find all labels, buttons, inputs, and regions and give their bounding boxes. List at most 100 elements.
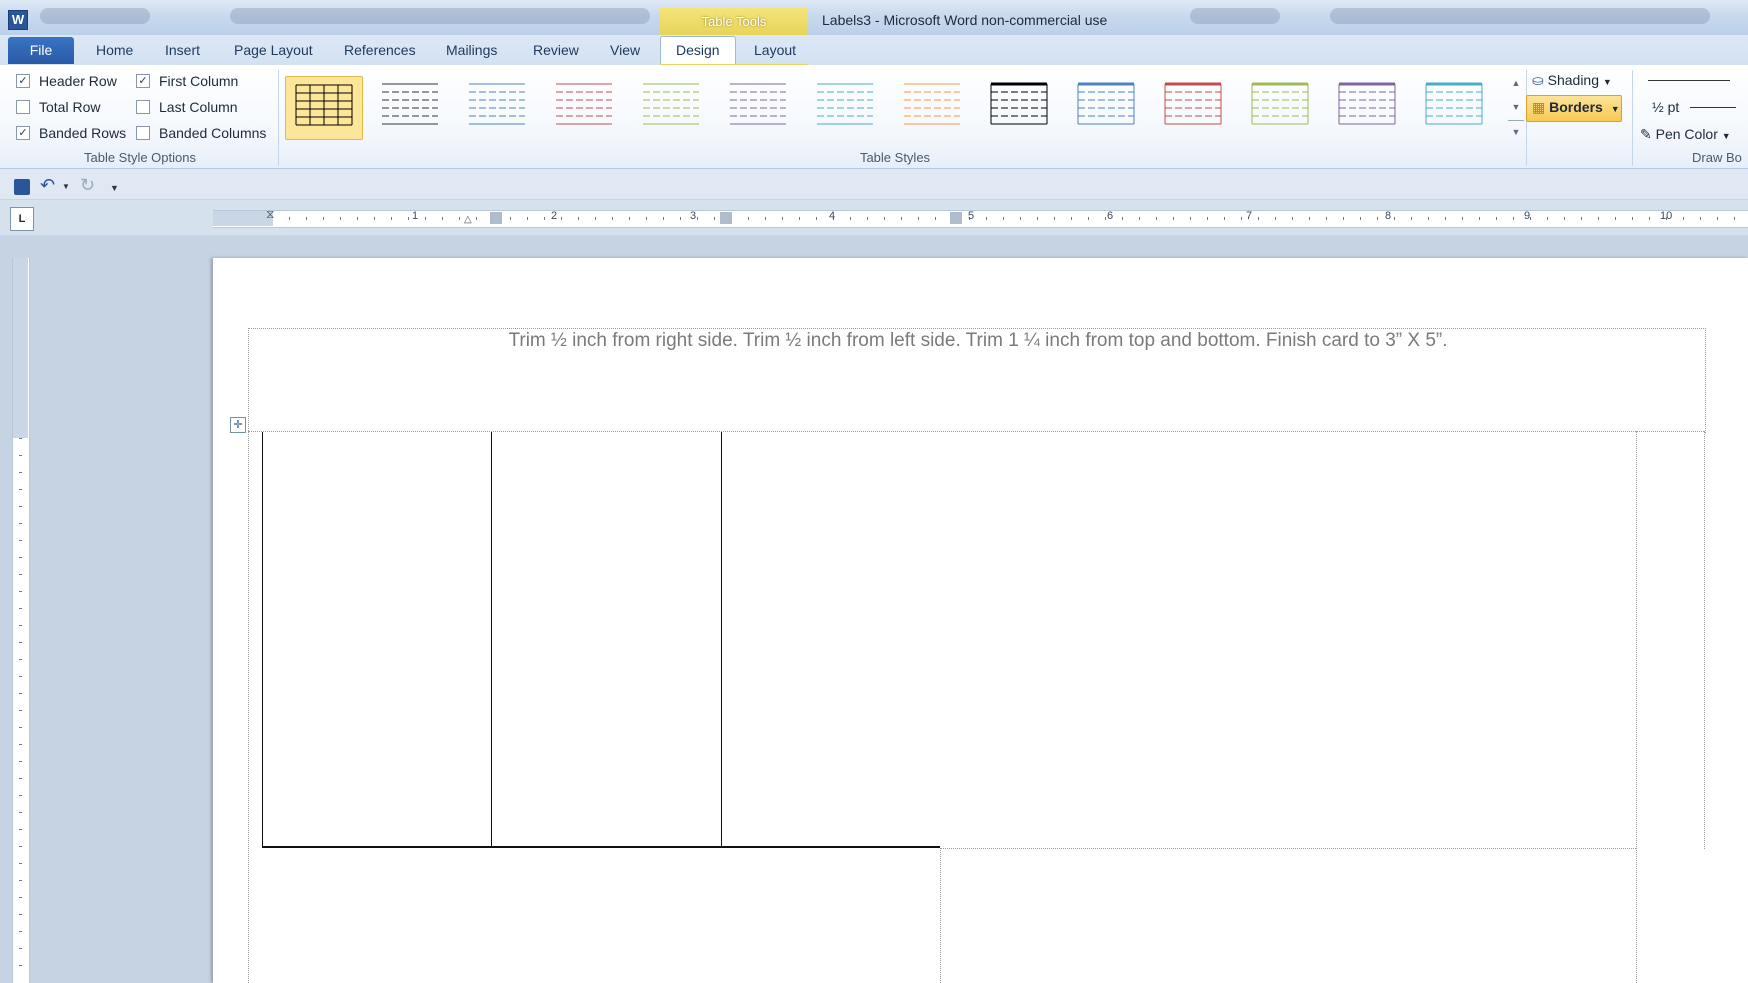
horizontal-ruler[interactable] <box>213 210 1748 228</box>
banded-rows-option[interactable]: ✓ Banded Rows <box>16 124 126 142</box>
table-style-thumbnail[interactable] <box>285 76 363 140</box>
table-move-handle-icon[interactable]: ✛ <box>230 417 246 433</box>
borders-button-content[interactable]: ▦ Borders ▼ <box>1532 99 1620 116</box>
table-cell-border <box>491 432 492 846</box>
table-styles-group-label: Table Styles <box>859 150 931 165</box>
column-marker[interactable] <box>720 212 732 224</box>
ruler-tick <box>19 472 22 473</box>
ruler-tick <box>19 863 22 864</box>
tab-view[interactable]: View <box>610 42 640 58</box>
ruler-tick <box>1020 217 1021 220</box>
table-style-thumbnail[interactable] <box>633 76 709 138</box>
tab-design[interactable]: Design <box>676 42 720 58</box>
last-column-option[interactable]: Last Column <box>136 98 238 116</box>
total-row-checkbox[interactable] <box>16 100 30 114</box>
tab-references[interactable]: References <box>344 42 416 58</box>
banded-columns-option[interactable]: Banded Columns <box>136 124 266 142</box>
column-marker[interactable] <box>950 212 962 224</box>
ruler-tick <box>646 217 647 220</box>
last-column-checkbox[interactable] <box>136 100 150 114</box>
pen-weight-selector[interactable]: ½ pt <box>1652 99 1679 115</box>
table-style-thumbnail[interactable] <box>546 76 622 138</box>
table-style-preview-icon <box>730 83 786 125</box>
table-style-thumbnail[interactable] <box>894 76 970 138</box>
undo-icon[interactable]: ↶ <box>40 175 55 196</box>
trim-instructions-text[interactable]: Trim ½ inch from right side. Trim ½ inch… <box>248 330 1708 352</box>
save-icon[interactable] <box>14 179 30 195</box>
table-style-thumbnail[interactable] <box>1155 76 1231 138</box>
word-app-icon[interactable]: W <box>8 10 28 30</box>
total-row-option[interactable]: Total Row <box>16 98 100 116</box>
gallery-scroll-down-icon[interactable]: ▼ <box>1508 96 1524 118</box>
ruler-tick <box>765 217 766 220</box>
ruler-tick <box>19 693 22 694</box>
table-style-thumbnail[interactable] <box>372 76 448 138</box>
right-indent-marker-icon[interactable]: △ <box>464 214 472 225</box>
header-row-checkbox[interactable]: ✓ <box>16 74 30 88</box>
column-marker[interactable] <box>490 212 502 224</box>
pen-style-line[interactable] <box>1648 80 1730 81</box>
table-style-thumbnail[interactable] <box>720 76 796 138</box>
table-row-gridline <box>940 848 1636 849</box>
ruler-tick <box>544 217 545 220</box>
group-separator <box>1632 70 1633 166</box>
ruler-tick <box>748 217 749 220</box>
pen-color-button[interactable]: ✎ Pen Color ▼ <box>1640 126 1731 143</box>
ruler-tick <box>459 217 460 220</box>
ruler-tick <box>357 217 358 220</box>
ruler-tick <box>19 710 22 711</box>
tab-file[interactable]: File <box>8 37 74 64</box>
ruler-tick <box>19 506 22 507</box>
ruler-tick <box>1173 217 1174 220</box>
first-line-indent-marker-icon[interactable]: ⧖ <box>266 207 274 222</box>
customize-qat-icon[interactable]: ▼ <box>110 183 119 193</box>
ruler-tick <box>850 217 851 220</box>
ruler-tick <box>19 676 22 677</box>
ruler-tick <box>1530 217 1531 220</box>
first-column-option[interactable]: ✓ First Column <box>136 72 238 90</box>
table-style-thumbnail[interactable] <box>1242 76 1318 138</box>
header-row-option[interactable]: ✓ Header Row <box>16 72 117 90</box>
gallery-more-icon[interactable]: ▼ <box>1508 120 1524 143</box>
ruler-number: 1 <box>412 210 419 222</box>
chevron-down-icon: ▼ <box>1721 131 1731 141</box>
ruler-tick <box>19 744 22 745</box>
tab-page-layout[interactable]: Page Layout <box>234 42 313 58</box>
table-right-gridline <box>1704 431 1705 849</box>
ruler-tick <box>1649 217 1650 220</box>
ruler-tick <box>799 217 800 220</box>
shading-button[interactable]: ⛀ Shading ▼ <box>1532 72 1612 89</box>
ruler-tick <box>1309 217 1310 220</box>
tab-selector-button[interactable]: L <box>10 207 34 231</box>
ruler-tick <box>19 523 22 524</box>
table-style-thumbnail[interactable] <box>1329 76 1405 138</box>
ruler-tick <box>1207 217 1208 220</box>
tab-insert[interactable]: Insert <box>165 42 200 58</box>
ruler-tick <box>1462 217 1463 220</box>
first-column-label: First Column <box>159 73 239 89</box>
table-style-thumbnail[interactable] <box>981 76 1057 138</box>
tab-mailings[interactable]: Mailings <box>446 42 497 58</box>
table-style-thumbnail[interactable] <box>1068 76 1144 138</box>
ruler-tick <box>1394 217 1395 220</box>
ruler-number: 8 <box>1385 210 1392 222</box>
tab-home[interactable]: Home <box>96 42 133 58</box>
banded-rows-checkbox[interactable]: ✓ <box>16 126 30 140</box>
table-style-thumbnail[interactable] <box>807 76 883 138</box>
ruler-tick <box>697 217 698 220</box>
table-style-thumbnail[interactable] <box>459 76 535 138</box>
undo-dropdown-icon[interactable]: ▼ <box>62 182 70 191</box>
tab-layout[interactable]: Layout <box>754 42 796 58</box>
banded-columns-checkbox[interactable] <box>136 126 150 140</box>
tab-review[interactable]: Review <box>533 42 579 58</box>
gallery-scroll-up-icon[interactable]: ▲ <box>1508 72 1524 94</box>
redo-icon[interactable]: ↻ <box>80 175 95 196</box>
ruler-tick <box>1156 217 1157 220</box>
table-style-preview-icon <box>469 83 525 125</box>
first-column-checkbox[interactable]: ✓ <box>136 74 150 88</box>
table-left-gridline <box>248 431 249 983</box>
ruler-tick <box>19 438 22 439</box>
table-style-thumbnail[interactable] <box>1416 76 1492 138</box>
table-card-cell-group[interactable] <box>262 432 940 848</box>
ruler-tick <box>578 217 579 220</box>
